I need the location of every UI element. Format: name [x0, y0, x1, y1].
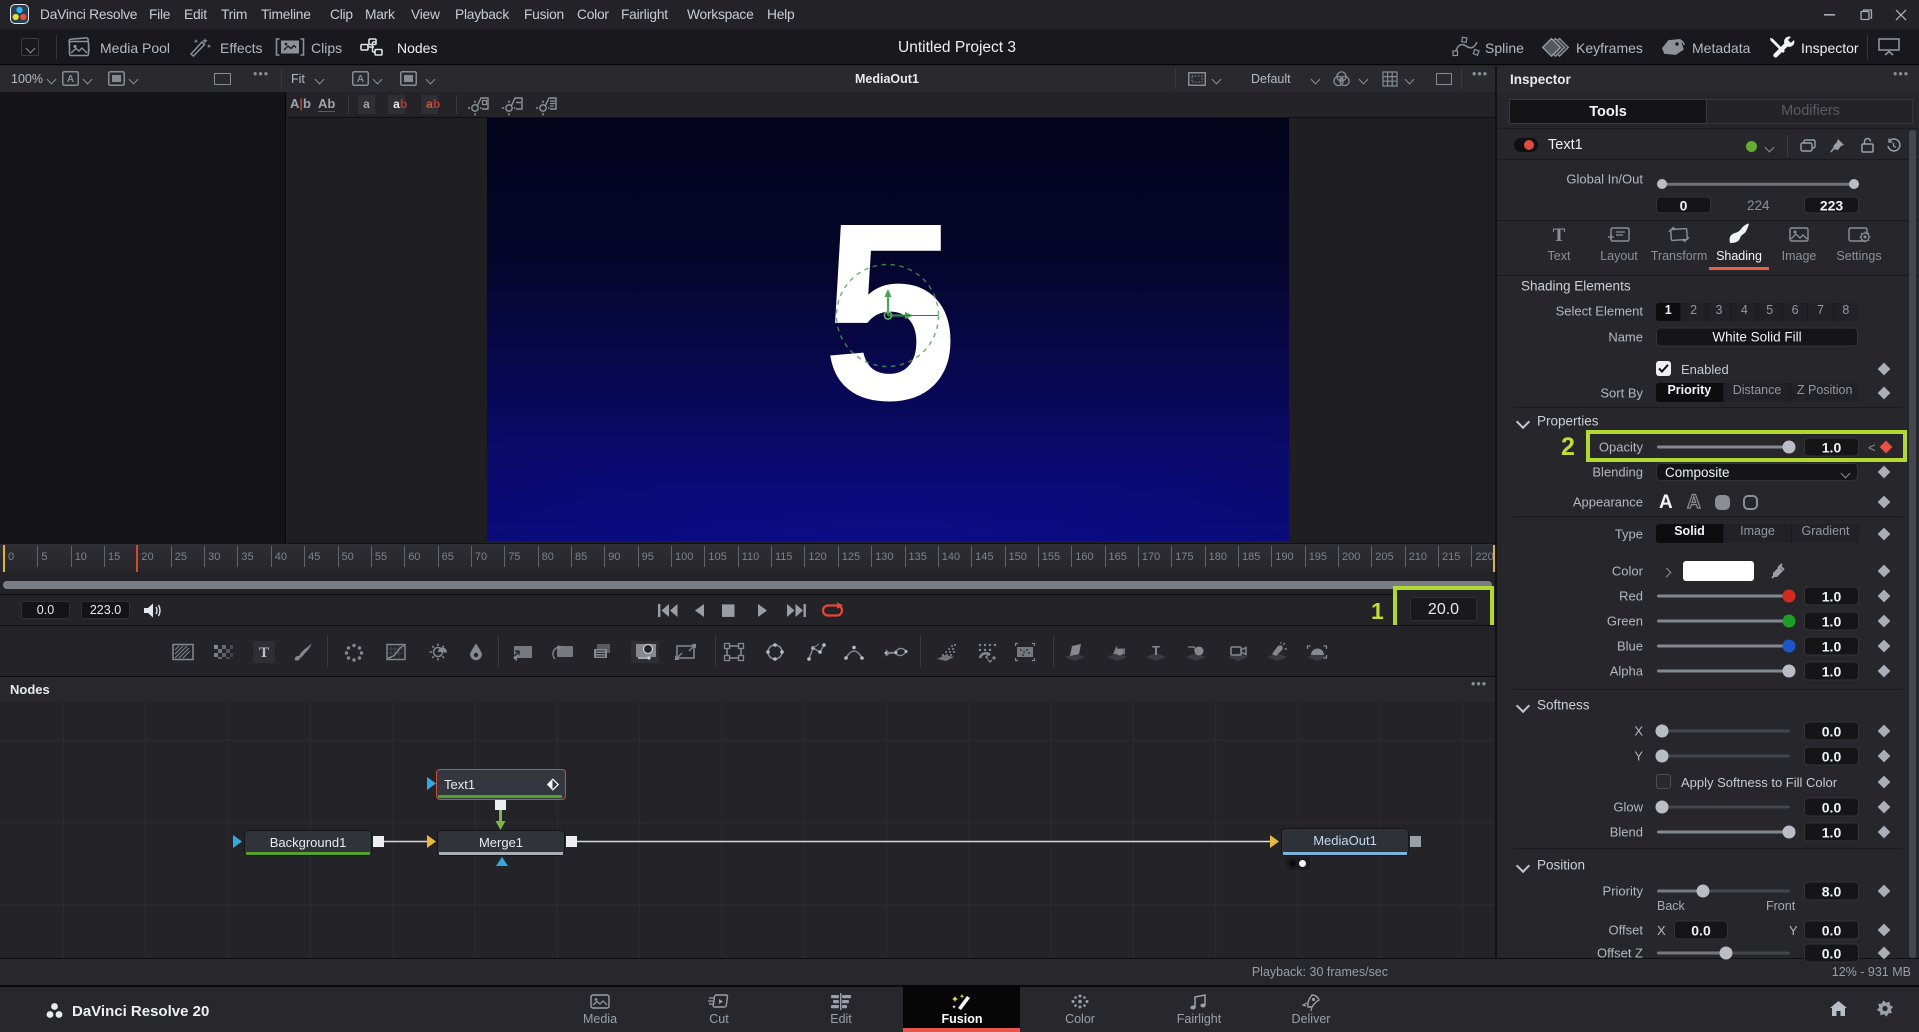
svg-text:T: T — [1553, 225, 1566, 246]
svg-text:T: T — [1152, 643, 1160, 658]
svg-text:A: A — [357, 74, 364, 85]
svg-text:A: A — [67, 74, 74, 85]
svg-text:T: T — [259, 645, 269, 661]
